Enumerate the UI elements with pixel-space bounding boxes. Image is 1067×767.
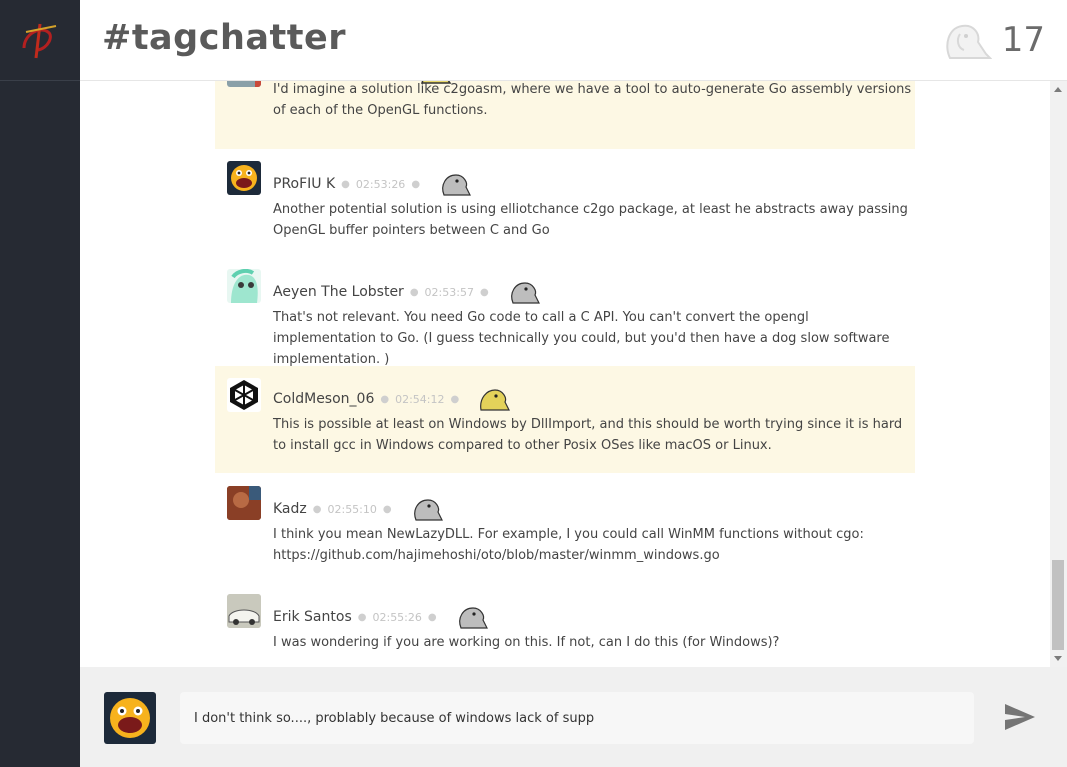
message-body: I'd imagine a solution like c2goasm, whe… — [273, 82, 912, 118]
message-body: I think you mean NewLazyDLL. For example… — [273, 527, 864, 563]
parrot-icon — [458, 607, 488, 629]
current-user-avatar[interactable] — [104, 692, 156, 744]
message-composer — [80, 667, 1067, 767]
message-meta: ColdMeson_06 ● 02:54:12 ● — [273, 388, 511, 411]
author-name[interactable]: Erik Santos — [273, 609, 352, 625]
message-body: That's not relevant. You need Go code to… — [273, 310, 890, 367]
separator-dot: ● — [380, 393, 390, 405]
separator-dot: ● — [411, 178, 421, 190]
app-logo[interactable] — [0, 0, 80, 81]
separator-dot: ● — [427, 611, 437, 623]
author-name[interactable]: PRoFIU K — [273, 176, 335, 192]
app-sidebar — [0, 0, 80, 767]
scroll-up-arrow[interactable] — [1054, 87, 1062, 92]
photo-avatar[interactable] — [227, 486, 261, 520]
separator-dot: ● — [341, 178, 350, 190]
laughing-face-avatar[interactable] — [227, 161, 261, 195]
separator-dot: ● — [357, 611, 367, 623]
channel-title: #tagchatter — [102, 18, 346, 58]
message-list[interactable]: I'd imagine a solution like c2goasm, whe… — [80, 81, 1050, 667]
parrot-icon — [510, 282, 540, 304]
online-count: 17 — [1001, 20, 1045, 60]
message-time: 02:55:10 — [327, 502, 377, 516]
message-time: 02:54:12 — [395, 392, 445, 406]
message-input[interactable] — [180, 692, 974, 744]
parrot-icon — [413, 499, 443, 521]
author-name[interactable]: Kadz — [273, 501, 307, 517]
user-avatar[interactable] — [227, 81, 261, 87]
message-item: Erik Santos ● 02:55:26 ● I was wondering… — [215, 582, 915, 667]
separator-dot: ● — [409, 286, 419, 298]
message-scrollbar[interactable] — [1050, 81, 1067, 667]
message-item: I'd imagine a solution like c2goasm, whe… — [215, 81, 915, 149]
message-meta: Kadz ● 02:55:10 ● — [273, 498, 444, 521]
message-item: ColdMeson_06 ● 02:54:12 ● This is possib… — [215, 366, 915, 473]
parrot-icon — [442, 174, 472, 196]
car-avatar[interactable] — [227, 594, 261, 628]
parrot-icon — [946, 24, 992, 59]
message-item: PRoFIU K ● 02:53:26 ● Another potential … — [215, 149, 915, 257]
message-time: 02:53:26 — [355, 177, 406, 191]
online-counter: 17 — [940, 18, 1045, 62]
parrot-icon — [480, 389, 511, 411]
separator-dot: ● — [450, 393, 460, 405]
separator-dot: ● — [382, 503, 392, 515]
author-name[interactable]: ColdMeson_06 — [273, 391, 374, 407]
message-time: 02:55:26 — [372, 610, 422, 624]
scroll-thumb[interactable] — [1052, 560, 1064, 650]
message-body: This is possible at least on Windows by … — [273, 417, 903, 453]
message-item: Kadz ● 02:55:10 ● I think you mean NewLa… — [215, 474, 915, 582]
message-meta: Erik Santos ● 02:55:26 ● — [273, 606, 489, 629]
message-time: 02:53:57 — [424, 285, 474, 299]
pony-avatar[interactable] — [227, 269, 261, 303]
message-meta: PRoFIU K ● 02:53:26 ● — [273, 173, 472, 196]
author-name[interactable]: Aeyen The Lobster — [273, 284, 404, 300]
message-item: Aeyen The Lobster ● 02:53:57 ● That's no… — [215, 257, 915, 367]
tag-logo-icon — [22, 23, 57, 59]
send-button[interactable] — [1000, 699, 1040, 735]
separator-dot: ● — [479, 286, 489, 298]
message-body: Another potential solution is using elli… — [273, 202, 908, 238]
separator-dot: ● — [312, 503, 322, 515]
send-icon — [1005, 704, 1035, 730]
scroll-down-arrow[interactable] — [1054, 656, 1062, 661]
message-body: I was wondering if you are working on th… — [273, 635, 780, 650]
cube-logo-avatar[interactable] — [227, 378, 261, 412]
message-meta: Aeyen The Lobster ● 02:53:57 ● — [273, 281, 541, 304]
channel-header: #tagchatter 17 — [80, 0, 1067, 81]
